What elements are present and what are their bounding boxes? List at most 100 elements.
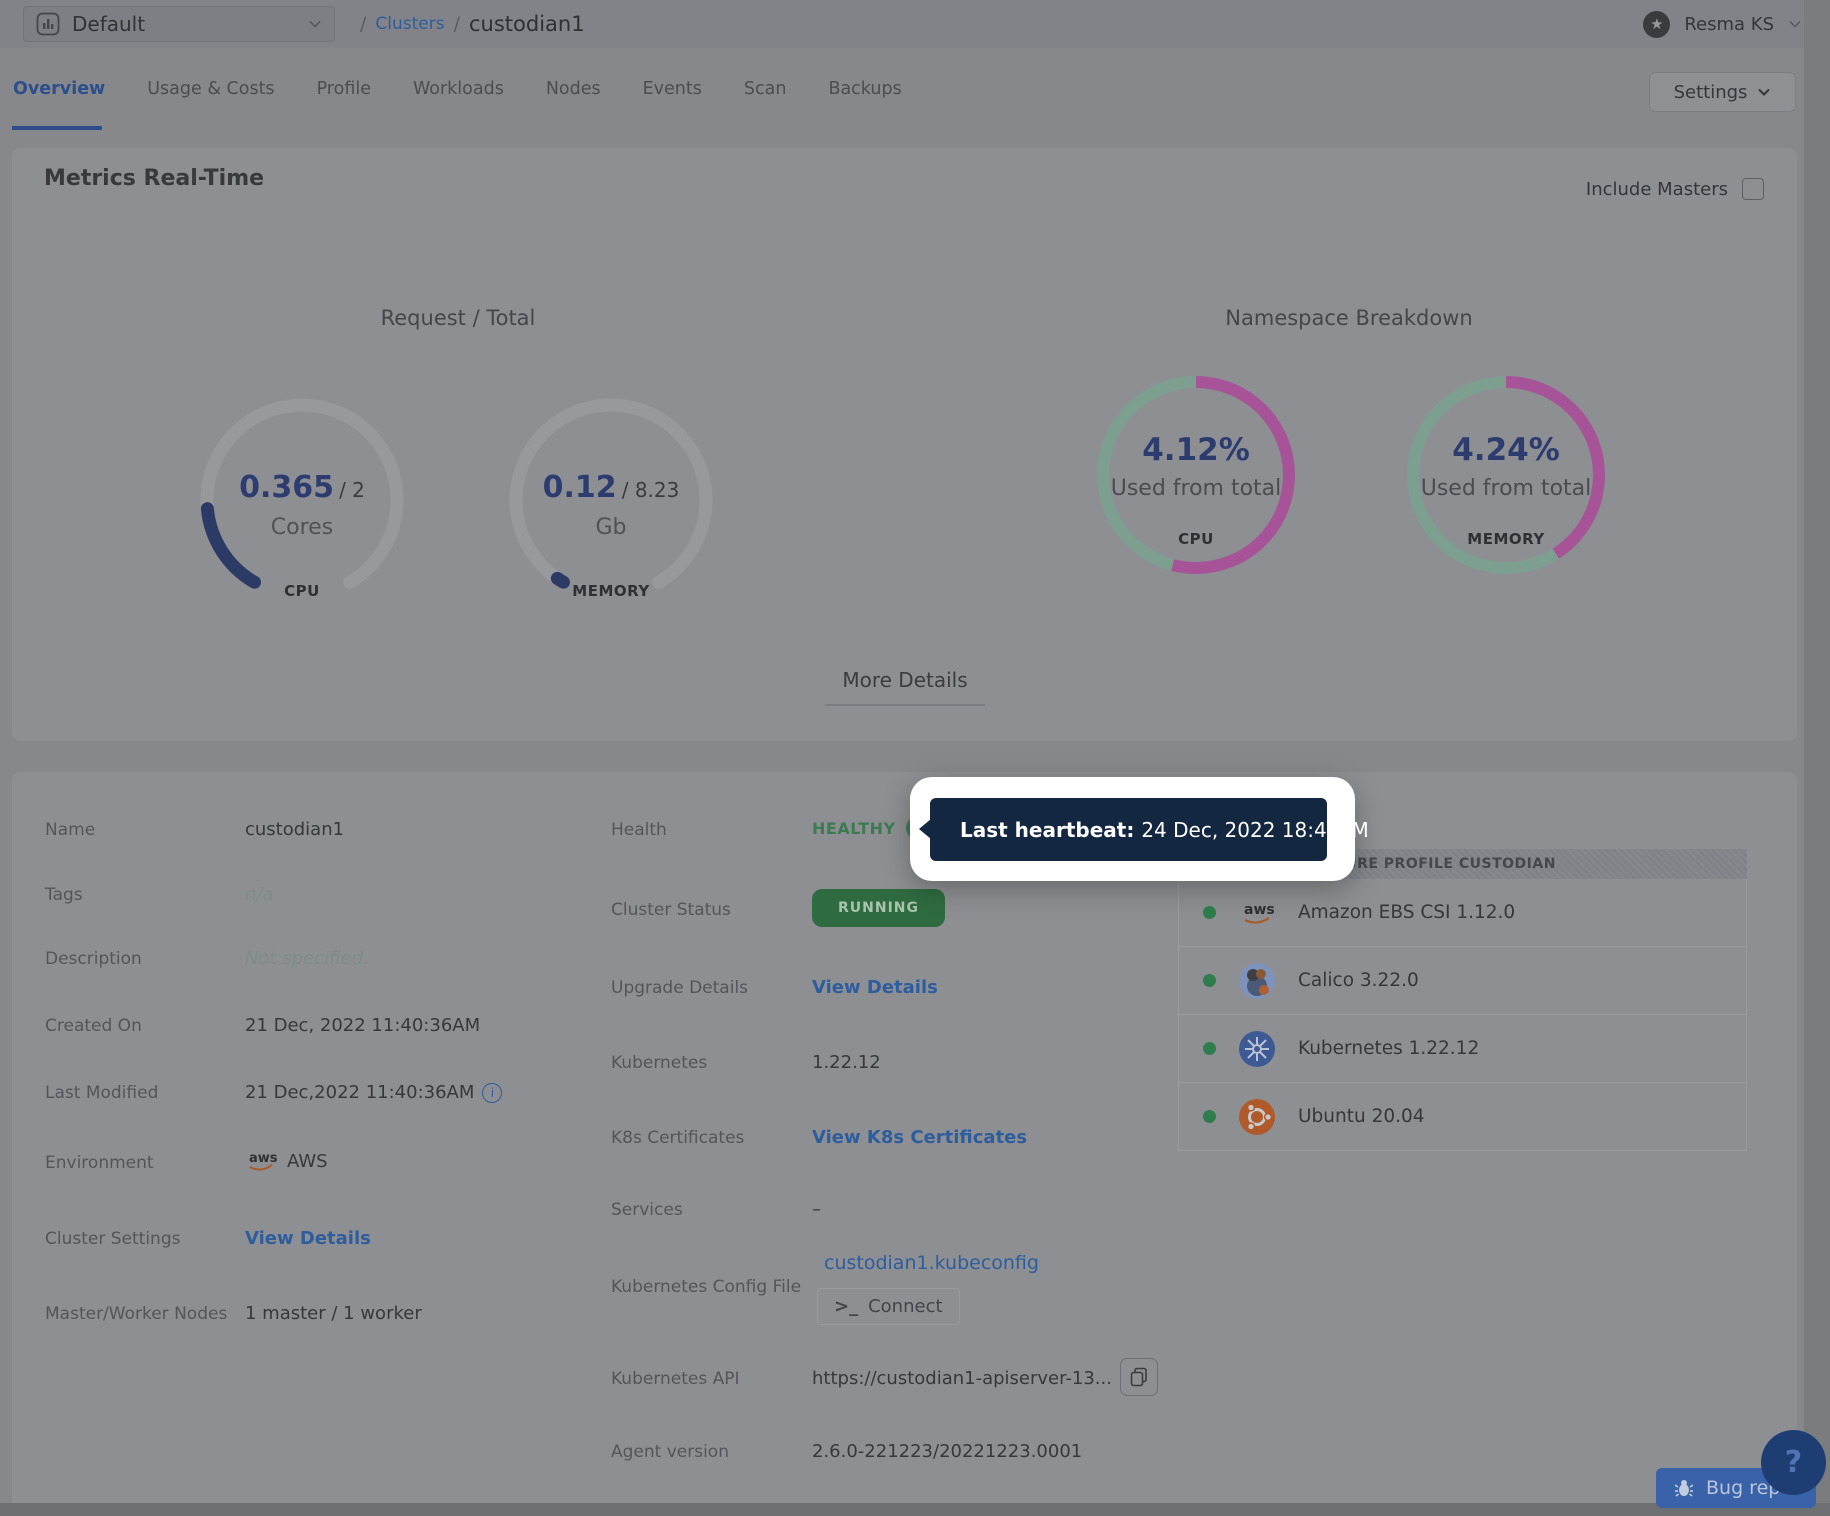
status-dot-icon [1203,906,1216,919]
breadcrumb-current: custodian1 [469,12,585,36]
donut-ring [1091,370,1301,580]
environment-label: Environment [45,1153,154,1173]
tab-events[interactable]: Events [643,79,702,99]
user-avatar-star-icon: ★ [1643,11,1670,38]
kubeconfig-link[interactable]: custodian1.kubeconfig [824,1252,1039,1274]
cpu-request-gauge: 0.365 / 2 Cores CPU [192,390,412,610]
cpu-request-value: 0.365 [239,470,334,505]
calico-icon [1238,962,1276,1000]
kubernetes-api-value: https://custodian1-apiserver-13... [812,1368,1112,1389]
last-modified-value: 21 Dec,2022 11:40:36AMi [245,1082,502,1103]
description-value: Not specified. [245,948,369,969]
tab-usage-costs[interactable]: Usage & Costs [147,79,274,99]
include-masters-control: Include Masters [1586,178,1764,200]
bug-icon [1674,1478,1694,1498]
cpu-unit: Cores [192,515,412,540]
infra-item-ubuntu[interactable]: Ubuntu 20.04 [1178,1083,1747,1151]
infra-item-amazon-ebs-csi[interactable]: aws Amazon EBS CSI 1.12.0 [1178,879,1747,947]
metrics-realtime-panel: Metrics Real-Time Include Masters Reques… [12,148,1797,741]
help-button[interactable]: ? [1761,1430,1826,1495]
question-mark-icon: ? [1785,1445,1802,1480]
settings-label: Settings [1674,82,1748,103]
cpu-total-value: / 2 [339,478,365,502]
cluster-details-panel: Name custodian1 Tags n/a Description Not… [12,772,1797,1516]
memory-unit: Gb [501,515,721,540]
services-value: – [812,1199,821,1220]
memory-gauge-label: MEMORY [501,582,721,600]
environment-value: aws AWS [245,1148,328,1174]
name-value: custodian1 [245,819,344,840]
namespace-cpu-donut: 4.12% Used from total CPU [1091,370,1301,580]
svg-text:aws: aws [1244,902,1275,918]
bar-chart-icon [36,12,60,36]
master-worker-nodes-value: 1 master / 1 worker [245,1303,422,1324]
cpu-gauge-label: CPU [192,582,412,600]
page-bottom-edge [0,1503,1830,1516]
top-bar: Default / Clusters / custodian1 ★ Resma … [0,0,1830,48]
memory-request-gauge: 0.12 / 8.23 Gb MEMORY [501,390,721,610]
namespace-breakdown-title: Namespace Breakdown [1225,306,1472,330]
copy-button[interactable] [1120,1358,1158,1396]
cpu-used-caption: Used from total [1091,476,1301,501]
kubernetes-icon [1238,1030,1276,1068]
breadcrumb-separator: / [454,13,460,35]
include-masters-checkbox[interactable] [1742,178,1764,200]
cpu-donut-label: CPU [1091,530,1301,548]
kubernetes-version-value: 1.22.12 [812,1052,881,1073]
memory-total-value: / 8.23 [622,478,680,502]
request-total-title: Request / Total [381,306,536,330]
chevron-down-icon [1788,17,1802,31]
tab-nodes[interactable]: Nodes [546,79,601,99]
cluster-status-label: Cluster Status [611,900,731,920]
chevron-down-icon [1757,85,1771,99]
upgrade-details-link[interactable]: View Details [812,977,938,998]
tags-value: n/a [245,884,274,905]
more-details-button[interactable]: More Details [825,668,985,706]
k8s-certificates-link[interactable]: View K8s Certificates [812,1127,1027,1148]
memory-used-pct: 4.24% [1401,432,1611,468]
breadcrumb: / Clusters / custodian1 [360,0,585,48]
include-masters-label: Include Masters [1586,179,1728,200]
memory-used-caption: Used from total [1401,476,1611,501]
infra-item-calico[interactable]: Calico 3.22.0 [1178,947,1747,1015]
terminal-icon: >_ [834,1296,858,1317]
infra-item-kubernetes[interactable]: Kubernetes 1.22.12 [1178,1015,1747,1083]
description-label: Description [45,949,142,969]
infrastructure-profile-panel: INFRASTRUCTURE PROFILE CUSTODIAN aws Ama… [1178,849,1747,1151]
cluster-settings-link[interactable]: View Details [245,1228,371,1249]
name-label: Name [45,820,95,840]
cluster-overview-page: Default / Clusters / custodian1 ★ Resma … [0,0,1830,1516]
info-icon[interactable]: i [482,1083,502,1103]
project-name: Default [72,12,308,36]
scrollbar-track[interactable] [1804,0,1830,1516]
copy-icon [1130,1367,1148,1387]
settings-button[interactable]: Settings [1649,72,1796,112]
project-selector[interactable]: Default [23,6,335,42]
memory-request-value: 0.12 [543,470,617,505]
status-dot-icon [1203,1110,1216,1123]
tab-workloads[interactable]: Workloads [413,79,504,99]
kubernetes-version-label: Kubernetes [611,1053,707,1073]
tab-overview[interactable]: Overview [13,79,105,99]
active-tab-underline [12,126,102,130]
created-on-value: 21 Dec, 2022 11:40:36AM [245,1015,480,1036]
connect-button[interactable]: >_Connect [817,1288,960,1325]
agent-version-value: 2.6.0-221223/20221223.0001 [812,1441,1082,1462]
tooltip-bold-text: Last heartbeat: [960,818,1134,842]
agent-version-label: Agent version [611,1442,729,1462]
kubernetes-api-label: Kubernetes API [611,1369,740,1389]
user-menu[interactable]: ★ Resma KS [1643,0,1802,48]
tooltip-text: 24 Dec, 2022 18:46PM [1141,818,1368,842]
aws-icon: aws [1238,894,1276,932]
breadcrumb-separator: / [360,13,366,35]
ubuntu-icon [1238,1098,1276,1136]
chevron-down-icon [308,17,322,31]
health-label: Health [611,820,667,840]
tags-label: Tags [45,885,83,905]
tab-bar: Overview Usage & Costs Profile Workloads… [0,48,1830,130]
breadcrumb-clusters-link[interactable]: Clusters [375,14,444,34]
tab-scan[interactable]: Scan [744,79,787,99]
tab-profile[interactable]: Profile [317,79,371,99]
tab-backups[interactable]: Backups [828,79,901,99]
aws-icon: aws [245,1148,277,1174]
